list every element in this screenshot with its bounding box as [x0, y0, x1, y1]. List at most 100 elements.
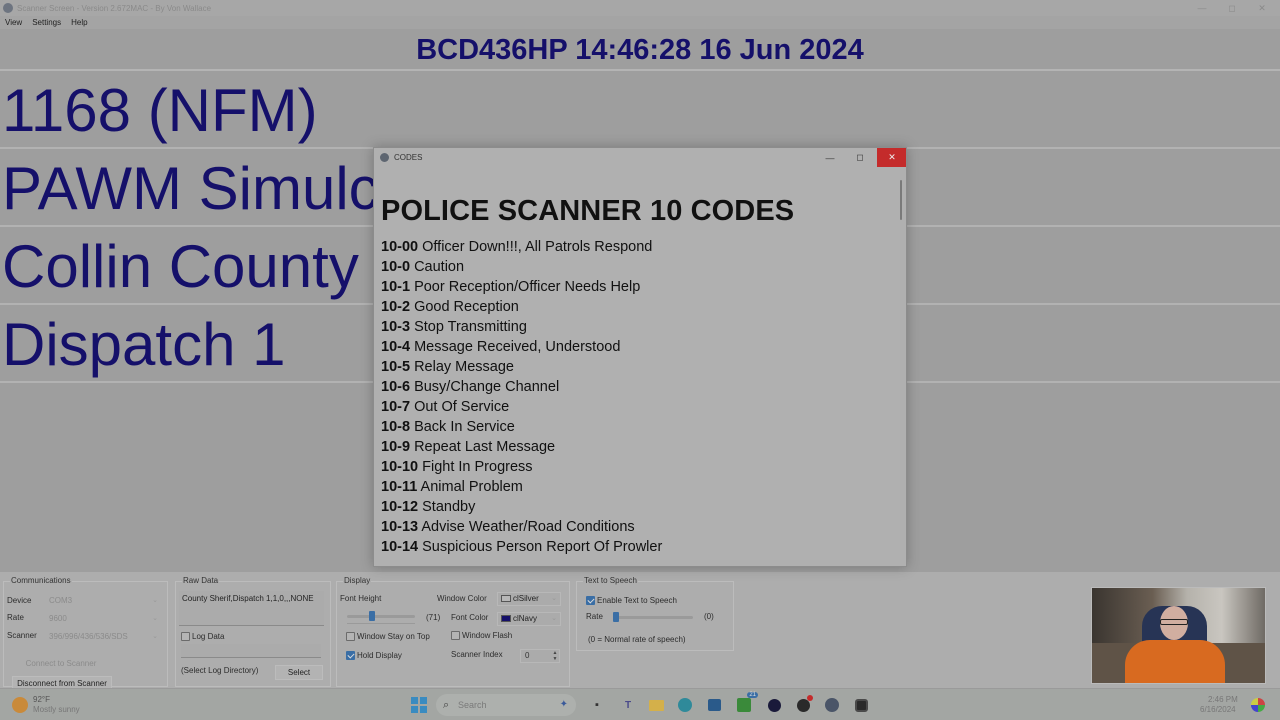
chevron-down-icon: ⌄ — [152, 633, 158, 640]
code-row: 10-13 Advise Weather/Road Conditions — [381, 517, 896, 537]
code-meaning: Suspicious Person Report Of Prowler — [422, 539, 663, 555]
clock-date[interactable]: 6/16/2024 — [1200, 705, 1236, 714]
codes-content: POLICE SCANNER 10 CODES 10-00 Officer Do… — [381, 176, 896, 566]
codes-minimize-button[interactable]: — — [815, 148, 845, 167]
code-number: 10-13 — [381, 519, 419, 535]
menu-view[interactable]: View — [0, 18, 27, 27]
connect-button[interactable]: Connect to Scanner — [16, 657, 106, 672]
window-color-select[interactable]: clSilver ⌄ — [497, 592, 561, 606]
code-meaning: Animal Problem — [420, 479, 523, 495]
task-view-icon[interactable]: ▪ — [589, 697, 605, 713]
code-row: 10-7 Out Of Service — [381, 397, 896, 417]
code-meaning: Out Of Service — [414, 399, 510, 415]
menu-help[interactable]: Help — [66, 18, 92, 27]
tts-note: (0 = Normal rate of speech) — [588, 635, 686, 644]
window-color-label: Window Color — [437, 594, 487, 603]
code-row: 10-5 Relay Message — [381, 357, 896, 377]
maximize-button[interactable]: ◻ — [1217, 0, 1247, 16]
font-height-slider[interactable] — [347, 615, 415, 618]
other-app-icon[interactable] — [853, 697, 869, 713]
paw-scanner-icon[interactable] — [824, 697, 840, 713]
code-number: 10-6 — [381, 379, 411, 395]
code-meaning: Officer Down!!!, All Patrols Respond — [422, 239, 653, 255]
stay-on-top-label: Window Stay on Top — [357, 632, 430, 641]
app-icon — [3, 3, 13, 13]
edge-icon[interactable] — [677, 697, 693, 713]
paw-app-icon — [380, 153, 389, 162]
enable-tts-checkbox[interactable] — [586, 596, 595, 605]
weather-icon[interactable] — [12, 697, 28, 713]
window-color-swatch — [501, 595, 511, 603]
weather-temp[interactable]: 92°F — [33, 695, 50, 704]
spin-down-icon[interactable]: ▼ — [551, 656, 559, 662]
slider-ticks — [347, 623, 415, 624]
device-label: Device — [7, 596, 32, 605]
settings-panel: Communications Device COM3 ⌄ Rate 9600 ⌄ S… — [0, 572, 1280, 691]
code-meaning: Stop Transmitting — [414, 319, 527, 335]
codes-dialog-title: CODES — [394, 153, 423, 162]
code-number: 10-3 — [381, 319, 411, 335]
code-meaning: Message Received, Understood — [414, 339, 621, 355]
arrow-app-icon[interactable] — [766, 697, 782, 713]
code-number: 10-9 — [381, 439, 411, 455]
code-number: 10-00 — [381, 239, 419, 255]
rate-select[interactable]: 9600 ⌄ — [46, 613, 161, 627]
title-bar: Scanner Screen - Version 2.672MAC - By V… — [0, 0, 1280, 16]
font-color-select[interactable]: clNavy ⌄ — [497, 612, 561, 626]
raw-data-label: Raw Data — [182, 576, 220, 585]
window-flash-label: Window Flash — [462, 631, 513, 640]
window-color-value: clSilver — [513, 594, 539, 603]
tts-rate-slider-thumb[interactable] — [613, 612, 619, 622]
menu-settings[interactable]: Settings — [27, 18, 66, 27]
tts-rate-slider[interactable] — [613, 616, 693, 619]
device-select[interactable]: COM3 ⌄ — [46, 595, 161, 609]
log-directory-field[interactable] — [181, 644, 321, 658]
weather-desc[interactable]: Mostly sunny — [33, 705, 80, 714]
code-meaning: Standby — [422, 499, 476, 515]
code-number: 10-10 — [381, 459, 419, 475]
code-number: 10-4 — [381, 339, 411, 355]
rate-value: 9600 — [49, 614, 67, 623]
raw-data-field[interactable]: County Sherif,Dispatch 1,1,0,,,NONE — [179, 591, 324, 626]
start-icon[interactable] — [411, 697, 427, 713]
scanner-select[interactable]: 396/996/436/536/SDS ⌄ — [46, 631, 161, 645]
clock-time[interactable]: 2:46 PM — [1208, 695, 1238, 704]
file-explorer-icon[interactable] — [648, 697, 664, 713]
select-directory-button[interactable]: Select — [275, 665, 323, 680]
raw-data-group: Raw Data County Sherif,Dispatch 1,1,0,,,… — [175, 576, 331, 687]
codes-list: 10-00 Officer Down!!!, All Patrols Respo… — [381, 237, 896, 557]
codes-heading: POLICE SCANNER 10 CODES — [381, 195, 795, 227]
code-number: 10-1 — [381, 279, 411, 295]
stay-on-top-checkbox[interactable] — [346, 632, 355, 641]
tts-rate-label: Rate — [586, 612, 603, 621]
codes-maximize-button[interactable]: ◻ — [845, 148, 875, 167]
codes-scrollbar[interactable] — [900, 180, 902, 220]
store-icon[interactable] — [706, 697, 722, 713]
code-number: 10-14 — [381, 539, 419, 555]
log-data-checkbox[interactable] — [181, 632, 190, 641]
code-number: 10-11 — [381, 479, 418, 495]
webcam-person-body — [1125, 640, 1225, 683]
taskbar-search[interactable]: ⌕ Search ✦ — [436, 694, 576, 716]
obs-icon[interactable] — [795, 695, 813, 713]
display-line-frequency: 1168 (NFM) — [0, 73, 1280, 149]
hold-display-checkbox[interactable] — [346, 651, 355, 660]
chevron-down-icon: ⌄ — [551, 595, 557, 602]
font-height-slider-thumb[interactable] — [368, 611, 375, 621]
close-button[interactable]: ✕ — [1247, 0, 1277, 16]
codes-close-button[interactable]: ✕ — [877, 148, 906, 167]
display-label: Display — [343, 576, 372, 585]
code-row: 10-8 Back In Service — [381, 417, 896, 437]
window-flash-checkbox[interactable] — [451, 631, 460, 640]
log-directory-label: (Select Log Directory) — [181, 666, 259, 675]
code-row: 10-1 Poor Reception/Officer Needs Help — [381, 277, 896, 297]
xbox-icon[interactable]: 21 — [736, 692, 758, 713]
teams-icon[interactable]: T — [620, 697, 636, 713]
copilot-icon[interactable] — [1250, 697, 1266, 713]
scanner-index-spinner[interactable]: 0 ▲ ▼ — [520, 649, 560, 663]
code-number: 10-5 — [381, 359, 411, 375]
tts-rate-value: (0) — [704, 612, 714, 621]
minimize-button[interactable]: — — [1187, 0, 1217, 16]
text-to-speech-label: Text to Speech — [583, 576, 638, 585]
communications-label: Communications — [10, 576, 72, 585]
